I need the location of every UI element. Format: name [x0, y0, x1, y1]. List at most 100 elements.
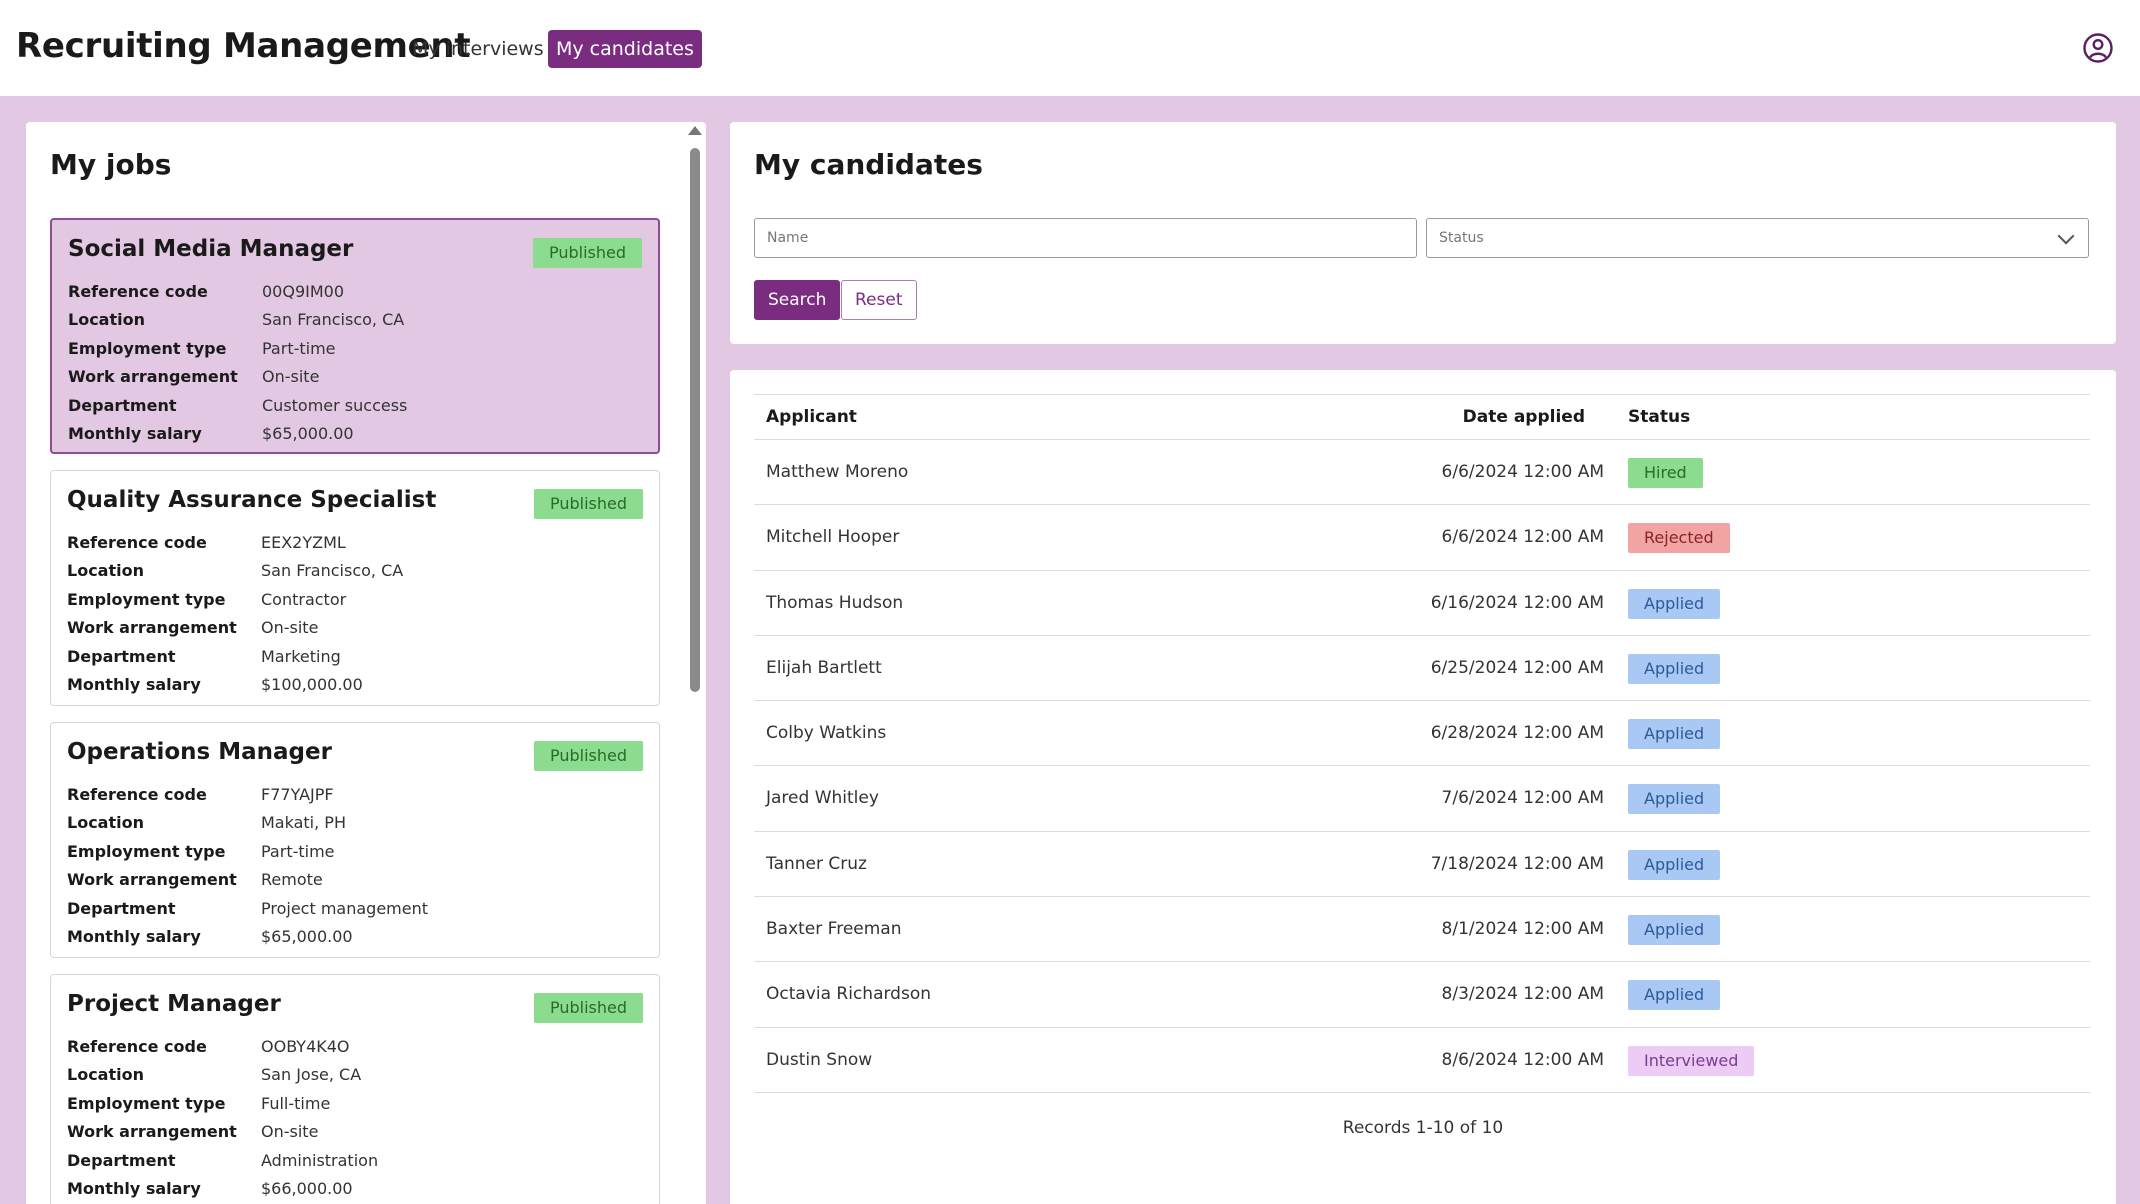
table-row[interactable]: Tanner Cruz 7/18/2024 12:00 AM Applied — [754, 832, 2090, 898]
name-input[interactable] — [754, 218, 1417, 258]
table-row[interactable]: Dustin Snow 8/6/2024 12:00 AM Interviewe… — [754, 1028, 2090, 1093]
status-badge: Published — [533, 741, 643, 771]
table-row[interactable]: Octavia Richardson 8/3/2024 12:00 AM App… — [754, 962, 2090, 1028]
column-header-date-applied[interactable]: Date applied — [1463, 395, 1585, 439]
field-label: Work arrangement — [67, 618, 237, 638]
field-value: F77YAJPF — [261, 785, 334, 804]
status-badge: Interviewed — [1628, 1045, 1755, 1076]
scrollbar-thumb[interactable] — [690, 148, 700, 692]
field-label: Monthly salary — [68, 423, 202, 443]
job-card[interactable]: Social Media Manager Published Reference… — [50, 218, 660, 454]
field-label: Monthly salary — [67, 674, 201, 694]
applicant-name: Mitchell Hooper — [766, 527, 900, 548]
status-badge: Applied — [1628, 915, 1721, 946]
applicant-name: Dustin Snow — [766, 1049, 873, 1070]
field-value: EEX2YZML — [261, 533, 346, 552]
chevron-down-icon — [2057, 227, 2075, 245]
job-details: Reference code EEX2YZML Location San Franc… — [67, 529, 403, 699]
field-label: Monthly salary — [67, 926, 201, 946]
status-badge: Applied — [1628, 849, 1721, 880]
field-value: San Francisco, CA — [261, 561, 404, 581]
applicant-name: Elijah Bartlett — [766, 657, 882, 678]
job-title: Quality Assurance Specialist — [67, 487, 437, 513]
field-value: Marketing — [261, 646, 341, 666]
status-badge: Hired — [1628, 458, 1703, 488]
table-row[interactable]: Mitchell Hooper 6/6/2024 12:00 AM Reject… — [754, 505, 2090, 571]
applicant-name: Thomas Hudson — [766, 592, 904, 613]
job-details: Reference code 00Q9IM00 Location San Franc… — [68, 278, 407, 448]
jobs-panel-title: My jobs — [50, 148, 172, 181]
status-badge: Applied — [1628, 980, 1721, 1011]
column-header-status[interactable]: Status — [1628, 395, 1690, 439]
job-details: Reference code F77YAJPF Location Makati, P… — [67, 781, 428, 951]
date-applied: 7/6/2024 12:00 AM — [1441, 788, 1604, 809]
date-applied: 8/6/2024 12:00 AM — [1441, 1049, 1604, 1070]
applicant-name: Baxter Freeman — [766, 919, 902, 940]
status-badge: Applied — [1628, 653, 1721, 684]
field-label: Reference code — [67, 785, 207, 804]
field-label: Employment type — [67, 841, 226, 861]
job-title: Social Media Manager — [68, 236, 354, 262]
date-applied: 6/28/2024 12:00 AM — [1430, 723, 1604, 744]
field-value: 00Q9IM00 — [262, 282, 345, 301]
date-applied: 6/6/2024 12:00 AM — [1441, 527, 1604, 548]
field-label: Reference code — [68, 282, 208, 301]
field-value: $65,000.00 — [262, 423, 354, 443]
applicant-name: Matthew Moreno — [766, 462, 909, 482]
field-label: Employment type — [67, 1093, 226, 1113]
table-row[interactable]: Matthew Moreno 6/6/2024 12:00 AM Hired — [754, 440, 2090, 506]
table-row[interactable]: Colby Watkins 6/28/2024 12:00 AM Applied — [754, 701, 2090, 767]
job-details: Reference code OOBY4K4O Location San Jose,… — [67, 1033, 378, 1203]
job-title: Operations Manager — [67, 739, 332, 765]
table-row[interactable]: Thomas Hudson 6/16/2024 12:00 AM Applied — [754, 571, 2090, 636]
field-value: Makati, PH — [261, 813, 346, 833]
field-value: On-site — [262, 367, 320, 387]
job-card[interactable]: Project Manager Published Reference code… — [50, 974, 660, 1204]
status-select-placeholder: Status — [1439, 230, 1484, 246]
field-value: Part-time — [262, 338, 336, 358]
date-applied: 8/3/2024 12:00 AM — [1441, 984, 1604, 1005]
nav-my-candidates[interactable]: My candidates — [548, 30, 702, 68]
table-row[interactable]: Elijah Bartlett 6/25/2024 12:00 AM Appli… — [754, 636, 2090, 702]
scroll-up-arrow-icon[interactable] — [688, 126, 702, 135]
status-badge: Published — [533, 489, 643, 519]
field-value: $65,000.00 — [261, 926, 353, 946]
top-bar: Recruiting Management My interviews My c… — [0, 0, 2140, 96]
job-title: Project Manager — [67, 991, 281, 1017]
field-label: Reference code — [67, 533, 207, 552]
field-value: Contractor — [261, 589, 347, 609]
date-applied: 6/6/2024 12:00 AM — [1441, 462, 1604, 482]
field-label: Location — [67, 561, 144, 581]
my-jobs-panel: My jobs Social Media Manager Published R… — [26, 122, 706, 1204]
field-value: Full-time — [261, 1093, 331, 1113]
field-value: On-site — [261, 1122, 319, 1142]
field-label: Department — [67, 646, 176, 666]
field-label: Work arrangement — [68, 367, 238, 387]
date-applied: 6/25/2024 12:00 AM — [1430, 657, 1604, 678]
table-row[interactable]: Baxter Freeman 8/1/2024 12:00 AM Applied — [754, 897, 2090, 963]
field-label: Reference code — [67, 1037, 207, 1056]
table-row[interactable]: Jared Whitley 7/6/2024 12:00 AM Applied — [754, 766, 2090, 832]
status-select[interactable]: Status — [1426, 218, 2089, 258]
status-badge: Applied — [1628, 784, 1721, 815]
job-card[interactable]: Operations Manager Published Reference c… — [50, 722, 660, 958]
status-badge: Applied — [1628, 719, 1721, 750]
nav-my-interviews[interactable]: My interviews — [404, 30, 552, 68]
job-card[interactable]: Quality Assurance Specialist Published R… — [50, 470, 660, 706]
status-badge: Published — [533, 993, 643, 1023]
reset-button[interactable]: Reset — [841, 280, 917, 320]
field-label: Department — [67, 898, 176, 918]
field-value: On-site — [261, 618, 319, 638]
user-circle-icon[interactable] — [2082, 32, 2114, 64]
date-applied: 6/16/2024 12:00 AM — [1430, 592, 1604, 613]
field-value: OOBY4K4O — [261, 1037, 350, 1056]
candidates-table: Applicant Date applied Status Matthew Mo… — [754, 394, 2090, 1093]
column-header-applicant[interactable]: Applicant — [766, 395, 857, 439]
field-label: Department — [67, 1150, 176, 1170]
records-count: Records 1-10 of 10 — [1342, 1118, 1504, 1138]
status-badge: Rejected — [1628, 523, 1730, 554]
field-value: Customer success — [262, 395, 408, 415]
search-button[interactable]: Search — [754, 280, 841, 320]
field-value: Remote — [261, 870, 323, 890]
applicant-name: Tanner Cruz — [766, 853, 867, 874]
